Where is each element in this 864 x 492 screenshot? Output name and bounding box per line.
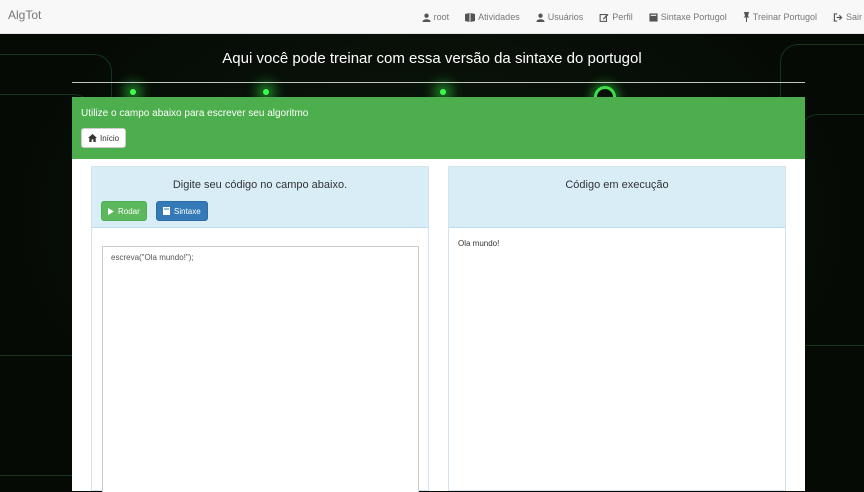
run-button-label: Rodar [118, 206, 140, 216]
nav-item-usuarios[interactable]: Usuários [536, 12, 584, 22]
nav-item-label: root [433, 12, 450, 22]
output-card: Código em execução Ola mundo! [448, 166, 786, 491]
output-text: Ola mundo! [458, 239, 500, 248]
output-card-title: Código em execução [565, 179, 669, 191]
glow-dot [263, 89, 269, 95]
play-icon [108, 207, 114, 215]
book-icon [465, 12, 476, 22]
nav-item-atividades[interactable]: Atividades [465, 12, 520, 22]
home-button-label: Início [100, 133, 120, 143]
user-icon [422, 13, 431, 22]
home-button[interactable]: Início [81, 128, 127, 148]
nav-item-treinar-portugol[interactable]: Treinar Portugol [743, 12, 817, 22]
nav-menu: root Atividades Usuários Perfil Sintaxe … [422, 0, 864, 34]
user-icon [536, 13, 545, 22]
edit-icon [599, 13, 609, 22]
run-button[interactable]: Rodar [101, 201, 147, 221]
nav-item-label: Sair [845, 12, 862, 22]
nav-item-label: Perfil [612, 12, 633, 22]
page-title: Aqui você pode treinar com essa versão d… [222, 50, 642, 67]
nav-item-label: Sintaxe Portugol [660, 12, 727, 22]
navbar: AlgTot root Atividades Usuários Perfil S… [0, 0, 864, 34]
output-card-header: Código em execução [449, 167, 785, 228]
nav-item-sair[interactable]: Sair [833, 12, 862, 22]
nav-item-sintaxe-portugol[interactable]: Sintaxe Portugol [649, 12, 727, 22]
panel-header: Utilize o campo abaixo para escrever seu… [72, 97, 805, 159]
nav-item-label: Atividades [478, 12, 520, 22]
brand-link[interactable]: AlgTot [8, 8, 41, 22]
heading-divider [72, 82, 805, 83]
panel-title: Utilize o campo abaixo para escrever seu… [81, 108, 309, 119]
nav-item-label: Usuários [547, 12, 584, 22]
circuit-line [800, 114, 864, 491]
syntax-button-label: Sintaxe [174, 206, 201, 216]
nav-item-root[interactable]: root [422, 12, 450, 22]
editor-card: Digite seu código no campo abaixo. Rodar… [91, 166, 429, 492]
book-icon [163, 207, 170, 215]
nav-item-label: Treinar Portugol [752, 12, 817, 22]
code-text: escreva("Ola mundo!"); [111, 253, 194, 262]
nav-item-perfil[interactable]: Perfil [599, 12, 633, 22]
glow-dot [130, 89, 136, 95]
glow-dot [440, 89, 446, 95]
code-editor[interactable]: escreva("Ola mundo!"); [102, 246, 419, 492]
book-icon [649, 12, 658, 22]
editor-card-title: Digite seu código no campo abaixo. [172, 179, 348, 191]
main-panel: Utilize o campo abaixo para escrever seu… [72, 97, 805, 492]
pin-icon [743, 12, 750, 22]
editor-card-header: Digite seu código no campo abaixo. Rodar… [92, 167, 428, 228]
logout-icon [833, 12, 843, 22]
syntax-button[interactable]: Sintaxe [156, 201, 208, 221]
home-icon [88, 134, 97, 142]
